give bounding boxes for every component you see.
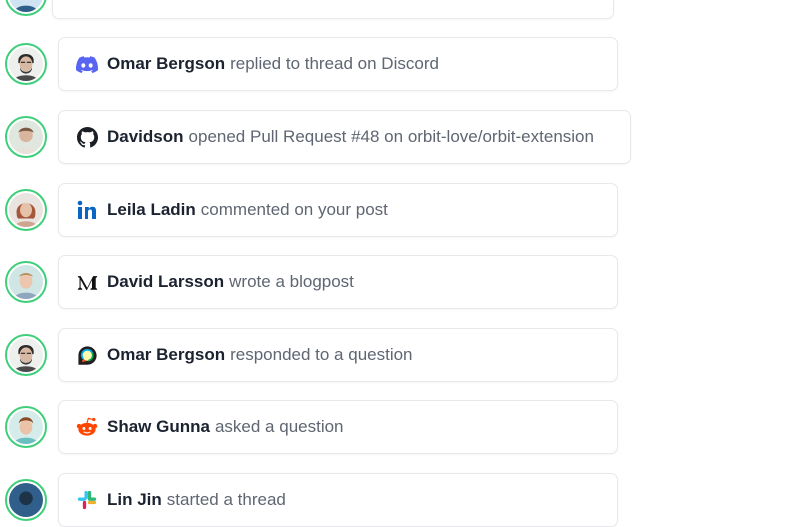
- actor-name[interactable]: Lin Jin: [107, 490, 162, 510]
- discourse-icon: [76, 344, 98, 366]
- slack-icon: [76, 489, 98, 511]
- activity-text: responded to a question: [230, 345, 413, 364]
- activity-text: wrote a blogpost: [229, 272, 354, 291]
- activity-card[interactable]: Lin Jin started a thread: [58, 473, 618, 527]
- activity-card[interactable]: David Larsson wrote a blogpost: [58, 255, 618, 309]
- discord-icon: [76, 53, 98, 75]
- actor-name[interactable]: Leila Ladin: [107, 200, 196, 220]
- activity-card[interactable]: Leila Ladin commented on your post: [58, 183, 618, 237]
- avatar: [5, 0, 47, 16]
- activity-text: opened Pull Request #48 on orbit-love/or…: [188, 127, 594, 146]
- activity-text: asked a question: [214, 417, 344, 436]
- actor-name[interactable]: Omar Bergson: [107, 54, 225, 74]
- avatar-david-larsson[interactable]: [5, 261, 47, 303]
- activity-card[interactable]: Omar Bergson responded to a question: [58, 328, 618, 382]
- medium-icon: [76, 271, 98, 293]
- actor-name[interactable]: Omar Bergson: [107, 345, 225, 365]
- activity-text: replied to thread on Discord: [230, 54, 439, 73]
- avatar-shaw-gunna[interactable]: [5, 406, 47, 448]
- actor-name[interactable]: Davidson: [107, 127, 184, 147]
- activity-card[interactable]: Davidson opened Pull Request #48 on orbi…: [58, 110, 631, 164]
- activity-card[interactable]: Shaw Gunna asked a question: [58, 400, 618, 454]
- avatar-davidson[interactable]: [5, 116, 47, 158]
- reddit-icon: [76, 416, 98, 438]
- linkedin-icon: [76, 199, 98, 221]
- avatar-omar-bergson[interactable]: [5, 43, 47, 85]
- actor-name[interactable]: Shaw Gunna: [107, 417, 210, 437]
- github-icon: [76, 126, 98, 148]
- activity-card[interactable]: Omar Bergson replied to thread on Discor…: [58, 37, 618, 91]
- activity-text: commented on your post: [200, 200, 388, 219]
- avatar-lin-jin[interactable]: [5, 479, 47, 521]
- activity-text: started a thread: [166, 490, 286, 509]
- activity-card[interactable]: [52, 0, 614, 19]
- actor-name[interactable]: David Larsson: [107, 272, 224, 292]
- avatar-leila-ladin[interactable]: [5, 189, 47, 231]
- avatar-omar-bergson[interactable]: [5, 334, 47, 376]
